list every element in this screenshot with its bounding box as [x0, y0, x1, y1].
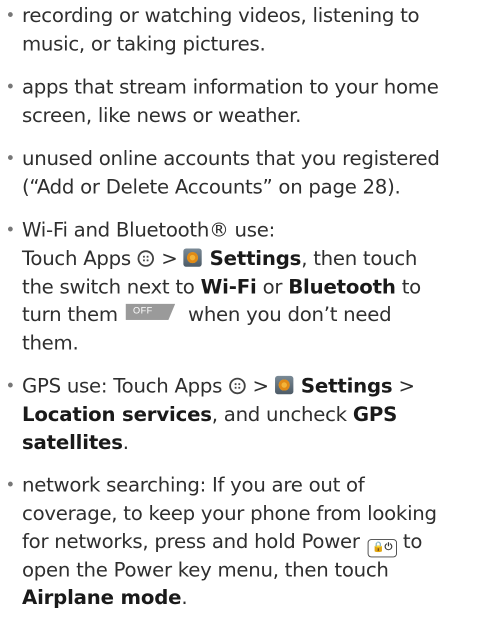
location-services-label: Location services — [22, 403, 212, 427]
item-text: Touch Apps — [22, 247, 131, 271]
list-item: GPS use: Touch Apps > Settings > Locatio… — [0, 373, 445, 458]
settings-label: Settings — [300, 374, 393, 398]
item-text: . — [122, 431, 129, 455]
power-icon: 🔒⏻ — [367, 538, 397, 558]
off-switch-label: OFF — [132, 306, 153, 317]
item-text: unused online accounts that you register… — [22, 147, 440, 199]
item-text: Wi-Fi and Bluetooth® use: — [22, 219, 275, 243]
list-item: network searching: If you are out of cov… — [0, 472, 445, 613]
item-text: . — [181, 587, 188, 611]
wifi-label: Wi-Fi — [200, 275, 257, 299]
settings-icon — [183, 248, 202, 267]
apps-icon — [137, 250, 155, 267]
item-text: , and uncheck — [211, 403, 347, 427]
list-item: recording or watching videos, listening … — [0, 3, 445, 59]
separator-text: > — [398, 374, 415, 398]
item-text: GPS use: Touch Apps — [22, 374, 223, 398]
list-item: unused online accounts that you register… — [0, 146, 445, 202]
item-text: apps that stream information to your hom… — [22, 76, 439, 128]
apps-icon — [229, 377, 246, 395]
item-text: or — [262, 275, 283, 299]
bluetooth-label: Bluetooth — [288, 275, 396, 299]
off-switch-icon: OFF — [125, 303, 183, 321]
item-text: recording or watching videos, listening … — [22, 4, 420, 56]
page: recording or watching videos, listening … — [0, 0, 448, 610]
separator-text: > — [161, 247, 178, 271]
airplane-mode-label: Airplane mode — [22, 587, 182, 611]
settings-label: Settings — [209, 247, 302, 271]
separator-text: > — [252, 374, 269, 398]
list-item: Wi-Fi and Bluetooth® use: Touch Apps > Se… — [0, 217, 445, 358]
settings-icon — [274, 375, 294, 395]
list-item: apps that stream information to your hom… — [0, 74, 445, 130]
